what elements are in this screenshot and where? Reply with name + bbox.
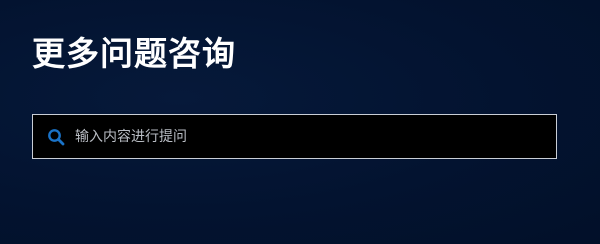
search-input[interactable] xyxy=(73,115,556,158)
page-title: 更多问题咨询 xyxy=(32,34,236,73)
search-icon[interactable] xyxy=(47,128,65,146)
search-box[interactable] xyxy=(32,114,557,159)
faq-panel: 更多问题咨询 xyxy=(0,0,600,244)
